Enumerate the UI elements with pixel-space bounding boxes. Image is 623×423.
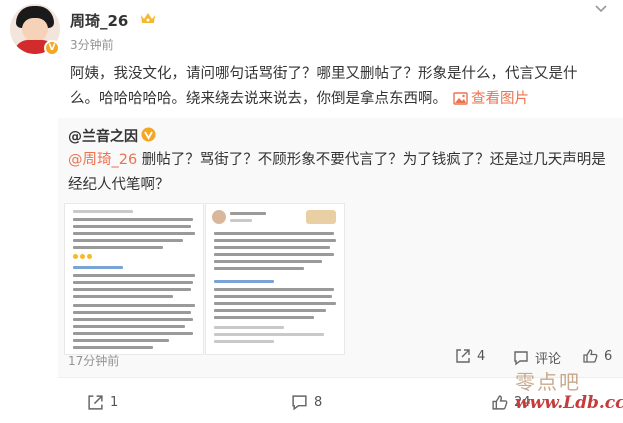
like-icon	[583, 349, 598, 363]
quote-timestamp[interactable]: 17分钟前	[68, 352, 119, 369]
comment-count: 8	[314, 395, 323, 410]
quote-body: 删帖了？骂街了？不顾形象不要代言了？为了钱疯了？还是过几天声明是经纪人代笔啊？	[68, 152, 606, 193]
quote-author[interactable]: @兰音之因	[68, 126, 138, 146]
comment-button[interactable]: 8	[291, 394, 322, 411]
image-thumbnail[interactable]	[205, 203, 345, 355]
more-icon[interactable]	[592, 2, 610, 16]
share-icon	[88, 395, 103, 410]
image-icon	[453, 92, 468, 105]
quote-text: @周琦_26 删帖了？骂街了？不顾形象不要代言了？为了钱疯了？还是过几天声明是经…	[68, 148, 608, 198]
verified-badge-icon: V	[44, 40, 60, 56]
watermark-logo: 零点吧	[515, 370, 581, 394]
comment-icon	[292, 395, 307, 411]
quote-mention[interactable]: @周琦_26	[68, 152, 137, 168]
quote-share-button[interactable]: 4	[455, 348, 485, 364]
watermark-url: www.Ldb.cc	[515, 393, 623, 413]
view-pictures-link[interactable]: 查看图片	[453, 87, 529, 112]
comment-icon	[514, 350, 528, 365]
quote-comment-button[interactable]: 评论	[513, 348, 561, 367]
username[interactable]: 周琦_26	[70, 10, 128, 31]
quote-comment-label: 评论	[535, 352, 562, 367]
quote-like-count: 6	[604, 348, 613, 364]
post-header: V 周琦_26 3分钟前	[0, 0, 623, 58]
post-text: 阿姨，我没文化，请问哪句话骂街了？哪里又删帖了？形象是什么，代言又是什么。哈哈哈…	[70, 62, 590, 112]
post-timestamp[interactable]: 3分钟前	[70, 36, 114, 53]
share-button[interactable]: 1	[87, 394, 118, 411]
share-count: 1	[110, 395, 119, 410]
quote-share-count: 4	[477, 348, 486, 364]
image-thumbnail[interactable]	[64, 203, 204, 355]
quote-like-button[interactable]: 6	[582, 348, 612, 364]
verified-badge-icon	[141, 127, 156, 142]
like-icon	[492, 395, 508, 410]
share-icon	[456, 349, 470, 363]
avatar-face	[22, 18, 48, 42]
view-pictures-label: 查看图片	[471, 91, 529, 107]
vip-crown-icon	[141, 13, 155, 23]
